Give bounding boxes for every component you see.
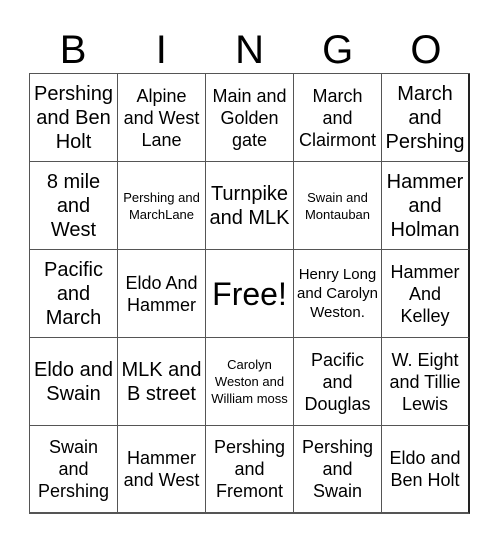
cell-text: Eldo and Ben Holt xyxy=(389,448,461,490)
cell-text: Turnpike and MLK xyxy=(209,182,290,229)
bingo-cell[interactable]: Hammer and West xyxy=(118,426,206,514)
bingo-cell[interactable]: Pershing and MarchLane xyxy=(118,162,206,250)
cell-text: W. Eight and Tillie Lewis xyxy=(389,349,461,414)
bingo-cell[interactable]: Swain and Montauban xyxy=(294,162,382,250)
bingo-cell[interactable]: Eldo and Ben Holt xyxy=(382,426,470,514)
cell-text: Alpine and West Lane xyxy=(123,85,200,150)
bingo-header: B I N G O xyxy=(29,28,470,72)
bingo-cell[interactable]: Pacific and March xyxy=(30,250,118,338)
cell-text: MLK and B street xyxy=(121,358,202,405)
cell-text: Main and Golden gate xyxy=(212,85,287,150)
cell-text: 8 mile and West xyxy=(46,170,101,241)
bingo-cell[interactable]: Turnpike and MLK xyxy=(206,162,294,250)
bingo-cell[interactable]: W. Eight and Tillie Lewis xyxy=(382,338,470,426)
header-letter-g: G xyxy=(322,28,354,72)
cell-text: Pershing and Swain xyxy=(301,437,374,501)
header-letter-b: B xyxy=(59,28,87,72)
free-space-cell[interactable]: Free! xyxy=(206,250,294,338)
bingo-cell[interactable]: Pershing and Fremont xyxy=(206,426,294,514)
cell-text: March and Pershing xyxy=(385,82,465,153)
bingo-cell[interactable]: Alpine and West Lane xyxy=(118,74,206,162)
bingo-cell[interactable]: Eldo and Swain xyxy=(30,338,118,426)
cell-text: Pacific and Douglas xyxy=(304,349,371,414)
bingo-cell[interactable]: Eldo And Hammer xyxy=(118,250,206,338)
bingo-cell[interactable]: 8 mile and West xyxy=(30,162,118,250)
header-letter-i: I xyxy=(155,28,167,72)
cell-text: Pershing and Ben Holt xyxy=(34,82,113,153)
bingo-cell[interactable]: Swain and Pershing xyxy=(30,426,118,514)
cell-text: Carolyn Weston and William moss xyxy=(211,357,288,406)
bingo-cell[interactable]: March and Clairmont xyxy=(294,74,382,162)
cell-text: Hammer and West xyxy=(123,448,200,490)
cell-text: Pershing and MarchLane xyxy=(123,189,200,222)
cell-text: Swain and Pershing xyxy=(37,437,110,501)
cell-text: Pacific and March xyxy=(44,258,103,329)
cell-text: Hammer and Holman xyxy=(386,170,464,241)
cell-text: March and Clairmont xyxy=(298,85,377,150)
header-letter-n: N xyxy=(235,28,264,72)
bingo-cell[interactable]: Carolyn Weston and William moss xyxy=(206,338,294,426)
cell-text: Henry Long and Carolyn Weston. xyxy=(297,266,378,321)
bingo-cell[interactable]: Hammer And Kelley xyxy=(382,250,470,338)
cell-text: Pershing and Fremont xyxy=(213,437,286,501)
bingo-cell[interactable]: Main and Golden gate xyxy=(206,74,294,162)
cell-text: Hammer And Kelley xyxy=(390,261,460,326)
bingo-cell[interactable]: Pershing and Swain xyxy=(294,426,382,514)
bingo-grid: Pershing and Ben Holt Alpine and West Lan… xyxy=(29,73,470,514)
cell-text: Eldo and Swain xyxy=(34,358,113,405)
cell-text: Eldo And Hammer xyxy=(125,272,198,315)
cell-text: Swain and Montauban xyxy=(304,189,371,222)
bingo-cell[interactable]: March and Pershing xyxy=(382,74,470,162)
bingo-cell[interactable]: Hammer and Holman xyxy=(382,162,470,250)
bingo-cell[interactable]: Henry Long and Carolyn Weston. xyxy=(294,250,382,338)
bingo-cell[interactable]: MLK and B street xyxy=(118,338,206,426)
bingo-cell[interactable]: Pershing and Ben Holt xyxy=(30,74,118,162)
bingo-cell[interactable]: Pacific and Douglas xyxy=(294,338,382,426)
header-letter-o: O xyxy=(410,28,442,72)
cell-text: Free! xyxy=(212,275,287,312)
